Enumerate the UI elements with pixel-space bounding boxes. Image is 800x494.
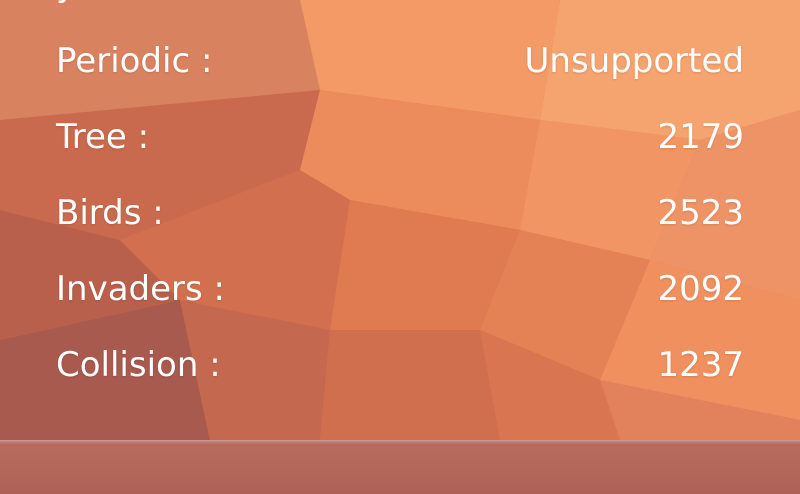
benchmark-row-tree: Tree : 2179 [56, 112, 744, 162]
benchmark-list: y Periodic : Unsupported Tree : 2179 Bir… [0, 0, 800, 494]
benchmark-label: Periodic : [56, 41, 213, 81]
benchmark-label: Collision : [56, 345, 221, 385]
benchmark-row-collision: Collision : 1237 [56, 340, 744, 390]
benchmark-label: Invaders : [56, 269, 225, 309]
benchmark-label: Birds : [56, 193, 164, 233]
partial-row-label: y [56, 0, 76, 5]
benchmark-row-periodic: Periodic : Unsupported [56, 36, 744, 86]
benchmark-row-birds: Birds : 2523 [56, 188, 744, 238]
benchmark-value: 1237 [657, 345, 744, 385]
partial-row: y [56, 0, 744, 10]
benchmark-value: Unsupported [524, 41, 744, 81]
benchmark-value: 2179 [657, 117, 744, 157]
benchmark-row-invaders: Invaders : 2092 [56, 264, 744, 314]
bottom-bar [0, 440, 800, 494]
results-screen: y Periodic : Unsupported Tree : 2179 Bir… [0, 0, 800, 494]
benchmark-label: Tree : [56, 117, 150, 157]
benchmark-value: 2092 [657, 269, 744, 309]
benchmark-value: 2523 [657, 193, 744, 233]
